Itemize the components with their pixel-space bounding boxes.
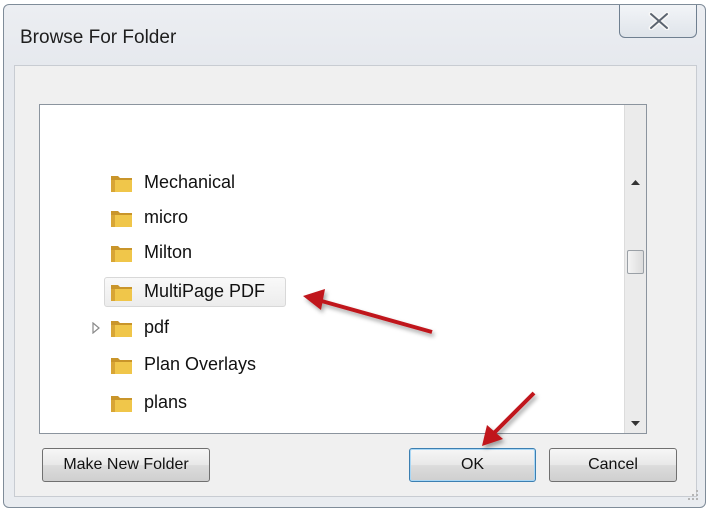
ok-button[interactable]: OK <box>409 448 536 482</box>
scroll-down-arrow-icon <box>631 421 640 426</box>
tree-item-plans[interactable]: plans <box>40 387 620 419</box>
folder-icon <box>111 358 132 374</box>
scroll-up-arrow-icon <box>631 180 640 185</box>
folder-icon <box>111 285 132 301</box>
resize-grip-icon[interactable] <box>687 489 699 501</box>
folder-icon <box>111 176 132 192</box>
close-button[interactable] <box>619 5 697 38</box>
folder-icon <box>111 396 132 412</box>
title-bar[interactable]: Browse For Folder <box>4 5 705 63</box>
folder-tree[interactable]: Mechanical micro Milton MultiPage PDF pd… <box>39 104 647 434</box>
vertical-scrollbar[interactable] <box>624 105 646 433</box>
tree-item-label: micro <box>144 207 188 227</box>
browse-for-folder-dialog: Browse For Folder Mechanical micro Milto… <box>3 4 706 508</box>
tree-item-label: Mechanical <box>144 172 236 192</box>
tree-item-plan-overlays[interactable]: Plan Overlays <box>40 349 620 381</box>
tree-item-multipage-pdf[interactable]: MultiPage PDF <box>40 276 620 308</box>
tree-item-micro[interactable]: micro <box>40 202 620 234</box>
scroll-down-button[interactable] <box>625 413 646 433</box>
tree-item-label: Milton <box>144 242 193 262</box>
tree-item-label: MultiPage PDF <box>144 281 266 301</box>
tree-item-milton[interactable]: Milton <box>40 237 620 269</box>
tree-item-label: pdf <box>144 317 170 337</box>
scrollbar-thumb[interactable] <box>627 250 644 274</box>
folder-icon <box>111 321 132 337</box>
folder-icon <box>111 246 132 262</box>
dialog-title: Browse For Folder <box>20 27 177 48</box>
tree-item-mechanical[interactable]: Mechanical <box>40 167 620 199</box>
cancel-button[interactable]: Cancel <box>549 448 677 482</box>
folder-icon <box>111 211 132 227</box>
expand-triangle-icon[interactable] <box>91 322 101 334</box>
tree-item-label: plans <box>144 392 188 412</box>
close-icon <box>648 12 670 30</box>
tree-item-pdf[interactable]: pdf <box>40 312 620 344</box>
make-new-folder-button[interactable]: Make New Folder <box>42 448 210 482</box>
scroll-up-button[interactable] <box>625 173 646 193</box>
tree-item-label: Plan Overlays <box>144 354 257 374</box>
